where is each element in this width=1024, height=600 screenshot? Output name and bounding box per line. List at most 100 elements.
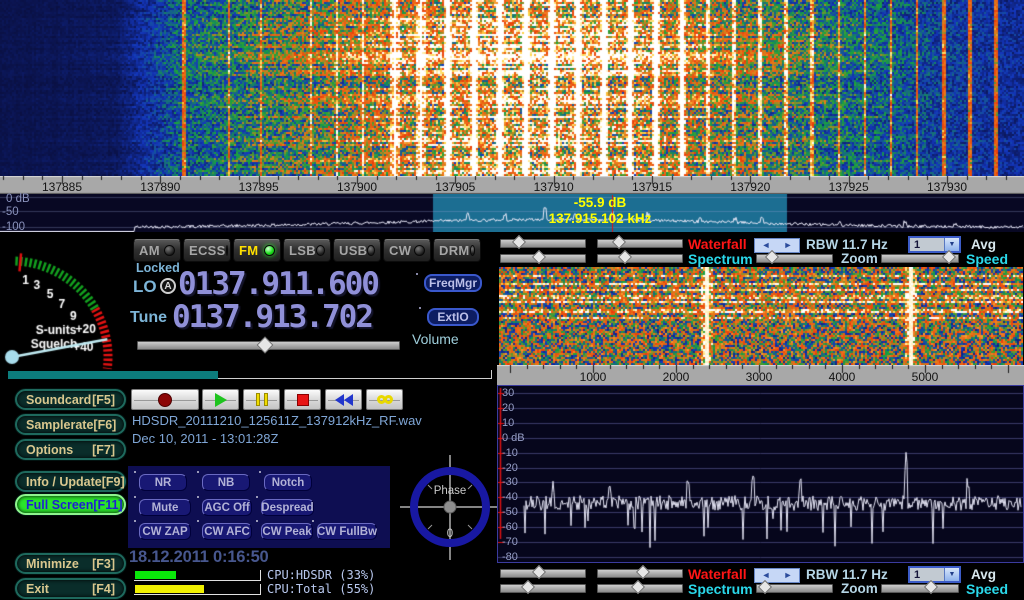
rbw-spinner[interactable]: ◄► — [754, 568, 800, 583]
notch-button[interactable]: Notch — [264, 474, 312, 491]
spectrum-tab-label[interactable]: Spectrum — [688, 581, 753, 597]
zoom-frequency-scale[interactable]: 10002000300040005000 — [497, 365, 1024, 385]
nb-button[interactable]: NB — [202, 474, 250, 491]
mode-label: DRM — [439, 243, 470, 258]
avg-count-dropdown[interactable]: 1▼ — [908, 566, 961, 583]
button-fkey: [F3] — [92, 557, 115, 571]
loop-button[interactable] — [366, 389, 403, 410]
volume-slider[interactable] — [137, 341, 400, 350]
mode-ecss-button[interactable]: ECSS — [183, 239, 231, 262]
waterfall-contrast-slider[interactable] — [597, 239, 683, 248]
full-screen-button[interactable]: Full Screen[F11] — [15, 494, 126, 515]
samplerate-button[interactable]: Samplerate[F6] — [15, 414, 126, 435]
mode-drm-button[interactable]: DRM — [433, 239, 481, 262]
slider-thumb[interactable] — [631, 580, 645, 594]
cw-zap-button[interactable]: CW ZAP — [139, 523, 191, 540]
mode-cw-button[interactable]: CW — [383, 239, 431, 262]
nr-button[interactable]: NR — [139, 474, 187, 491]
slider-thumb[interactable] — [636, 565, 650, 579]
volume-slider-thumb[interactable] — [257, 337, 274, 354]
slider-thumb[interactable] — [532, 250, 546, 264]
signal-level-readout: -55.9 dB — [500, 195, 700, 211]
squelch-level-track[interactable] — [8, 370, 492, 379]
play-icon — [215, 393, 227, 407]
slider-thumb[interactable] — [612, 235, 626, 249]
rewind-icon — [344, 394, 353, 406]
stop-button[interactable] — [284, 389, 321, 410]
mode-am-button[interactable]: AM — [133, 239, 181, 262]
spin-right-icon[interactable]: ► — [784, 241, 793, 250]
zoom-spectrum-panel[interactable]: 3020100 dB-10-20-30-40-50-60-70-80 — [497, 385, 1024, 563]
mute-button[interactable]: Mute — [139, 499, 191, 516]
frequency-tick-label: 137915 — [632, 180, 672, 194]
button-fkey: [F5] — [92, 393, 115, 407]
zoom-waterfall-display[interactable] — [499, 267, 1023, 365]
speed-slider[interactable] — [881, 254, 959, 263]
waterfall-brightness-slider[interactable] — [500, 239, 586, 248]
options-button[interactable]: Options[F7] — [15, 439, 126, 460]
phase-dial[interactable] — [400, 455, 500, 560]
avg-count-dropdown[interactable]: 1▼ — [908, 236, 961, 253]
freqmgr-button[interactable]: FreqMgr — [424, 274, 482, 292]
speed-slider[interactable] — [881, 584, 959, 593]
slider-thumb[interactable] — [532, 565, 546, 579]
zoom-tick-label: 5000 — [912, 370, 939, 384]
loop-icon — [384, 395, 393, 404]
minimize-button[interactable]: Minimize[F3] — [15, 553, 126, 574]
rbw-spinner[interactable]: ◄► — [754, 238, 800, 253]
pause-button[interactable] — [243, 389, 280, 410]
exit-button[interactable]: Exit[F4] — [15, 578, 126, 599]
spin-left-icon[interactable]: ◄ — [762, 571, 771, 580]
slider-thumb[interactable] — [512, 235, 526, 249]
main-frequency-scale[interactable]: 1378851378901378951379001379051379101379… — [0, 176, 1024, 194]
spectrum-min-slider[interactable] — [500, 584, 586, 593]
zoom-label: Zoom — [841, 251, 878, 266]
record-button[interactable] — [131, 389, 199, 410]
cpu-total-label: CPU:Total (55%) — [267, 582, 375, 596]
cw-afc-button[interactable]: CW AFC — [202, 523, 252, 540]
dropdown-arrow-icon[interactable]: ▼ — [944, 568, 959, 581]
spectrum-max-slider[interactable] — [597, 254, 683, 263]
main-waterfall-display[interactable] — [0, 0, 1024, 176]
spectrum-max-slider[interactable] — [597, 584, 683, 593]
avg-label: Avg — [971, 237, 996, 252]
extio-button[interactable]: ExtIO — [427, 308, 479, 326]
slider-thumb[interactable] — [521, 580, 535, 594]
info-update-button[interactable]: Info / Update[F9] — [15, 471, 126, 492]
waterfall-brightness-slider[interactable] — [500, 569, 586, 578]
cw-fullbw-button[interactable]: CW FullBw — [317, 523, 377, 540]
cw-peak-button[interactable]: CW Peak — [261, 523, 313, 540]
mode-led-icon — [226, 245, 228, 256]
soundcard-button[interactable]: Soundcard[F5] — [15, 389, 126, 410]
despread-button[interactable]: Despread — [261, 499, 314, 516]
tune-frequency-display[interactable]: 0137.913.702 — [172, 299, 372, 335]
lo-label: LO — [133, 277, 157, 297]
zoom-slider[interactable] — [756, 584, 833, 593]
dropdown-arrow-icon[interactable]: ▼ — [944, 238, 959, 251]
zoom-tick-label: 3000 — [746, 370, 773, 384]
zoom-label: Zoom — [841, 581, 878, 596]
spectrum-min-slider[interactable] — [500, 254, 586, 263]
lo-frequency-display[interactable]: 0137.911.600 — [178, 266, 378, 302]
rbw-label: RBW 11.7 Hz — [806, 567, 888, 582]
mode-lsb-button[interactable]: LSB — [283, 239, 331, 262]
zoom-slider[interactable] — [756, 254, 833, 263]
rewind-button[interactable] — [325, 389, 362, 410]
play-button[interactable] — [202, 389, 239, 410]
volume-label: Volume — [412, 331, 459, 347]
waterfall-tab-label[interactable]: Waterfall — [688, 236, 747, 252]
mode-usb-button[interactable]: USB — [333, 239, 381, 262]
rbw-label: RBW 11.7 Hz — [806, 237, 888, 252]
s-meter[interactable] — [2, 234, 128, 372]
mode-fm-button[interactable]: FM — [233, 239, 281, 262]
lo-lock-badge[interactable]: A — [160, 278, 176, 294]
waterfall-contrast-slider[interactable] — [597, 569, 683, 578]
waterfall-tab-label[interactable]: Waterfall — [688, 566, 747, 582]
clock-display: 18.12.2011 0:16:50 — [129, 548, 269, 567]
slider-thumb[interactable] — [618, 250, 632, 264]
spectrum-tab-label[interactable]: Spectrum — [688, 251, 753, 267]
spin-left-icon[interactable]: ◄ — [762, 241, 771, 250]
zoom-spectrum-display[interactable] — [498, 386, 1023, 562]
agc-off-button[interactable]: AGC Off — [202, 499, 252, 516]
spin-right-icon[interactable]: ► — [784, 571, 793, 580]
